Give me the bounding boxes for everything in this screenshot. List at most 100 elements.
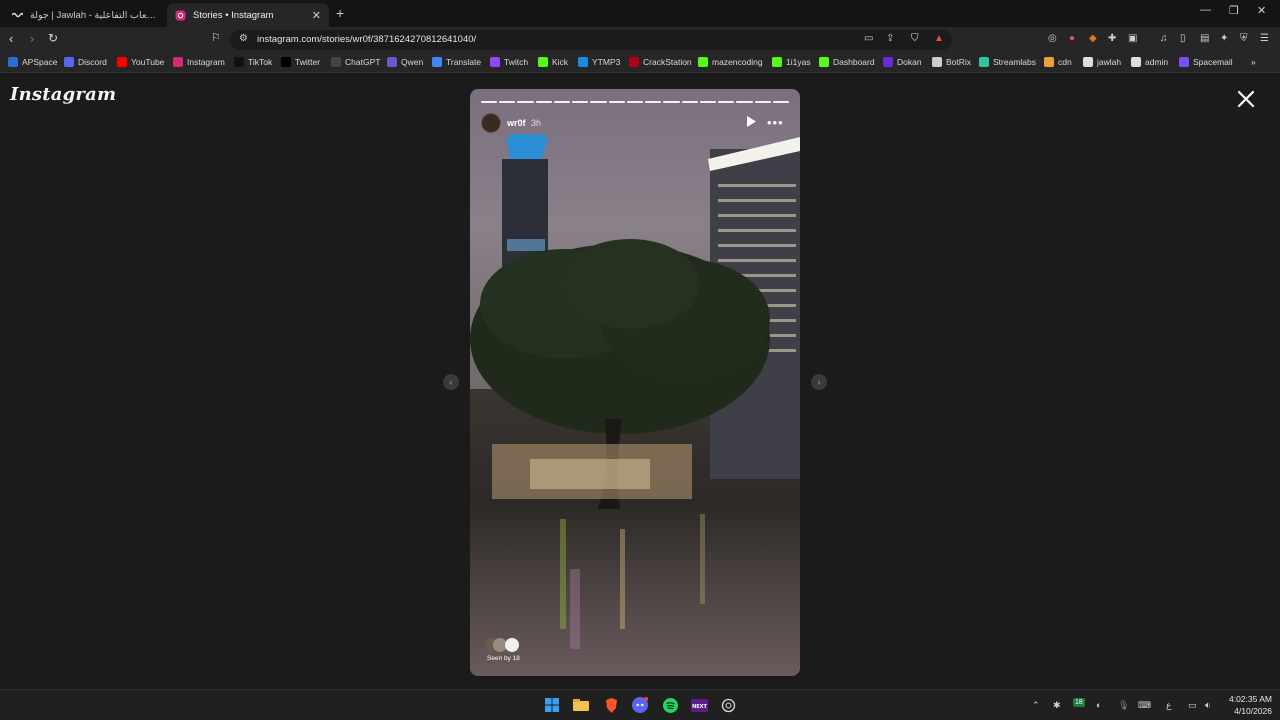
system-clock[interactable]: 4:02:35 AM 4/10/2026 <box>1222 693 1272 717</box>
music-icon[interactable]: ♫ <box>1160 33 1168 44</box>
tab-instagram-stories[interactable]: Stories • Instagram ✕ <box>167 3 329 27</box>
next-icon[interactable]: NEXT <box>689 696 709 714</box>
show-hidden-icons[interactable]: ⌃ <box>1032 700 1040 711</box>
progress-segment <box>681 101 698 103</box>
story-frame[interactable]: wr0f 3h ••• Seen by 18 <box>470 89 800 676</box>
brave-icon[interactable] <box>601 696 621 714</box>
svg-text:NEXT: NEXT <box>692 704 707 710</box>
keyboard-icon[interactable]: ⌨ <box>1138 700 1151 711</box>
bookmark-item[interactable]: 1i1yas <box>772 57 811 67</box>
more-options-icon[interactable]: ••• <box>767 115 784 130</box>
qwen-icon <box>387 57 397 67</box>
bookmark-item[interactable]: CrackStation <box>629 57 692 67</box>
discord-tray-icon[interactable]: ◐ <box>1096 700 1101 710</box>
sidebar-icon[interactable]: ▯ <box>1180 33 1186 44</box>
back-icon[interactable]: ‹ <box>9 31 13 46</box>
seen-by-count[interactable]: Seen by 18 <box>487 655 520 662</box>
bookmark-item[interactable]: Streamlabs <box>979 57 1036 67</box>
bookmark-item[interactable]: YTMP3 <box>578 57 620 67</box>
bookmark-item[interactable]: mazencoding <box>698 57 763 67</box>
slack-icon[interactable]: ✱ <box>1053 700 1061 711</box>
bookmark-item[interactable]: BotRix <box>932 57 971 67</box>
crackstation-icon <box>629 57 639 67</box>
language-indicator[interactable]: ع <box>1166 700 1171 711</box>
bookmark-item[interactable]: Translate <box>432 57 481 67</box>
tab-title: Stories • Instagram <box>193 9 274 21</box>
bookmark-item[interactable]: Qwen <box>387 57 423 67</box>
bookmark-item[interactable]: APSpace <box>8 57 57 67</box>
close-tab-icon[interactable]: ✕ <box>312 9 321 22</box>
close-window-icon[interactable]: ✕ <box>1257 4 1266 17</box>
close-story-icon[interactable] <box>1236 89 1256 109</box>
kick-icon <box>538 57 548 67</box>
bookmark-item[interactable]: cdn <box>1044 57 1072 67</box>
tab-title: جولة | Jawlah - منصة الألعاب التفاعلية <box>30 9 156 21</box>
avatar[interactable] <box>481 113 501 133</box>
bookmark-label: BotRix <box>946 57 972 67</box>
dokan-icon <box>883 57 893 67</box>
extension-icon[interactable]: ◎ <box>1048 33 1057 44</box>
windows-icon[interactable] <box>542 696 562 714</box>
progress-segment <box>517 101 534 103</box>
ytmp3-icon <box>578 57 588 67</box>
viewers-avatars[interactable] <box>485 637 525 653</box>
site-info-icon[interactable]: ⚙ <box>239 33 248 44</box>
extension-icon[interactable]: ▣ <box>1128 33 1137 44</box>
play-icon[interactable] <box>746 116 757 127</box>
story-username[interactable]: wr0f <box>507 118 526 128</box>
menu-icon[interactable]: ☰ <box>1260 33 1269 44</box>
share-icon[interactable]: ⇪ <box>886 33 894 44</box>
bookmark-item[interactable]: jawlah <box>1083 57 1121 67</box>
tiktok-icon <box>234 57 244 67</box>
bookmark-item[interactable]: Instagram <box>173 57 225 67</box>
progress-segment <box>572 101 589 103</box>
restore-icon[interactable]: ❐ <box>1229 4 1239 17</box>
next-story-icon[interactable]: › <box>811 374 827 390</box>
wallet-icon[interactable]: ▤ <box>1200 33 1209 44</box>
bookmark-label: YTMP3 <box>592 57 621 67</box>
extension-icon[interactable]: ● <box>1069 33 1075 44</box>
bookmark-item[interactable]: Twitter <box>281 57 320 67</box>
bookmark-item[interactable]: ChatGPT <box>331 57 380 67</box>
cast-icon[interactable]: ▭ <box>864 33 873 44</box>
discord-icon[interactable] <box>630 696 650 714</box>
badge-icon[interactable]: 18 <box>1073 698 1085 707</box>
vpn-icon[interactable]: ⛨ <box>1240 33 1248 44</box>
new-tab-button[interactable]: + <box>336 5 344 21</box>
bookmark-item[interactable]: admin <box>1131 57 1168 67</box>
brave-rewards-icon[interactable]: ▲ <box>934 33 944 44</box>
network-icon[interactable]: ▭ <box>1188 700 1197 711</box>
microphone-icon[interactable]: 🎙︎ <box>1118 700 1129 711</box>
bookmark-item[interactable]: Kick <box>538 57 568 67</box>
bookmark-item[interactable]: YouTube <box>117 57 164 67</box>
volume-icon[interactable]: 🔉︎ <box>1205 700 1211 711</box>
bookmark-item[interactable]: Dokan <box>883 57 922 67</box>
previous-story-icon[interactable]: ‹ <box>443 374 459 390</box>
instagram-logo[interactable]: Instagram <box>10 84 116 105</box>
file-explorer-icon[interactable] <box>571 696 591 714</box>
progress-segment <box>699 101 717 103</box>
brave-shields-icon[interactable]: ⛉ <box>911 33 919 44</box>
spotify-icon[interactable] <box>660 696 680 714</box>
botrix-icon <box>932 57 942 67</box>
forward-icon[interactable]: › <box>30 31 34 46</box>
instagram-icon <box>173 57 183 67</box>
bookmark-icon[interactable]: ⚐ <box>211 31 221 44</box>
bookmark-item[interactable]: Discord <box>64 57 107 67</box>
bookmark-item[interactable]: Dashboard <box>819 57 875 67</box>
tab-jawlah[interactable]: جولة | Jawlah - منصة الألعاب التفاعلية <box>4 3 164 27</box>
minimize-icon[interactable]: — <box>1200 4 1211 16</box>
more-bookmarks-icon[interactable]: » <box>1251 57 1256 67</box>
bookmark-label: Instagram <box>187 57 225 67</box>
reload-icon[interactable]: ↻ <box>48 31 58 45</box>
extensions-puzzle-icon[interactable]: ✚ <box>1108 33 1116 44</box>
url-text: instagram.com/stories/wr0f/3871624270812… <box>257 34 477 45</box>
extension-icon[interactable]: ◆ <box>1089 33 1097 44</box>
leo-ai-icon[interactable]: ✦ <box>1220 33 1228 44</box>
bookmark-item[interactable]: Spacemail <box>1179 57 1233 67</box>
bookmark-item[interactable]: TikTok <box>234 57 272 67</box>
address-bar[interactable]: ⚙ instagram.com/stories/wr0f/38716242708… <box>230 30 952 50</box>
bookmark-label: Twitter <box>295 57 321 67</box>
bookmark-item[interactable]: Twitch <box>490 57 528 67</box>
chatgpt-icon[interactable] <box>718 696 738 714</box>
